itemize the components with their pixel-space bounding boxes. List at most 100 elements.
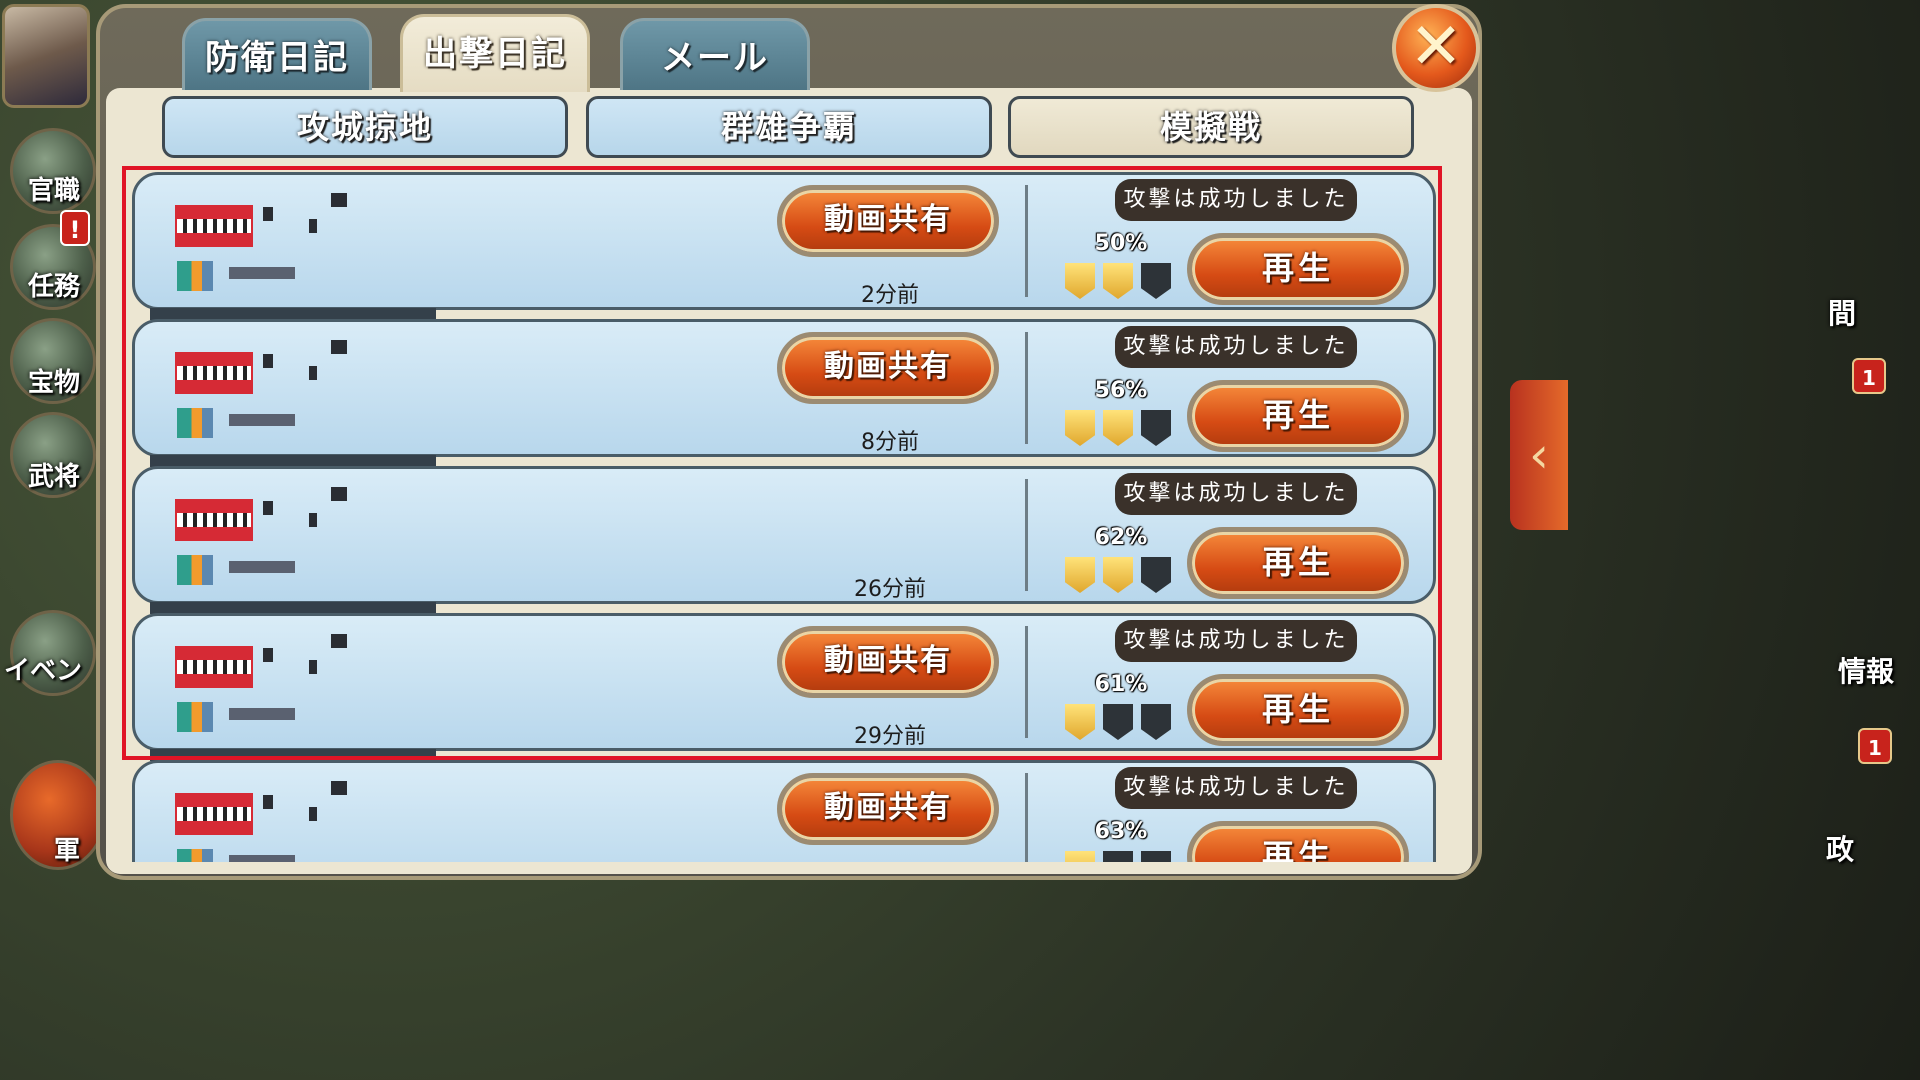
- censored-name-block: [309, 366, 317, 380]
- gold-medal-icon: [1103, 557, 1133, 593]
- alliance-icon: [177, 702, 213, 732]
- censored-info-block: [229, 561, 269, 573]
- battle-row: 動画共有 8分前 攻撃は成功しました 56% 再生: [132, 319, 1436, 457]
- destruction-percent: 50%: [1094, 231, 1148, 256]
- gold-medal-icon: [1103, 263, 1133, 299]
- censored-name-block: [331, 781, 347, 795]
- player-flag-icon: [175, 499, 253, 541]
- censored-name-block: [331, 634, 347, 648]
- censored-name-block: [263, 501, 273, 515]
- censored-name-block: [263, 354, 273, 368]
- censored-info-block: [229, 855, 269, 862]
- alert-badge: !: [60, 210, 90, 246]
- left-side-menu: 官職 ! 任務 宝物 武将 イベン 軍: [0, 0, 106, 882]
- alliance-icon: [177, 849, 213, 862]
- censored-name-block: [263, 795, 273, 809]
- censored-info-block: [265, 414, 295, 426]
- censored-name-block: [309, 219, 317, 233]
- replay-button[interactable]: 再生: [1187, 821, 1409, 862]
- battle-list: 動画共有 2分前 攻撃は成功しました 50% 再生 動画共有 8分前 攻撃は成功しました 56%…: [130, 170, 1440, 862]
- censored-name-block: [331, 487, 347, 501]
- battle-result-label: 攻撃は成功しました: [1115, 767, 1357, 809]
- censored-info-block: [265, 855, 295, 862]
- share-video-button[interactable]: 動画共有: [777, 773, 999, 845]
- replay-button[interactable]: 再生: [1187, 233, 1409, 305]
- empty-medal-icon: [1141, 851, 1171, 862]
- player-flag-icon: [175, 205, 253, 247]
- tab-attack-diary[interactable]: 出撃日記: [400, 14, 590, 92]
- officials-label: 官職: [28, 176, 81, 206]
- share-video-button[interactable]: 動画共有: [777, 185, 999, 257]
- row-divider: [1025, 479, 1028, 591]
- destruction-percent: 62%: [1094, 525, 1148, 550]
- battle-result-label: 攻撃は成功しました: [1115, 326, 1357, 368]
- alliance-icon: [177, 408, 213, 438]
- share-video-button[interactable]: 動画共有: [777, 626, 999, 698]
- notification-badge-bottom: 1: [1858, 728, 1892, 764]
- gold-medal-icon: [1065, 263, 1095, 299]
- notification-badge-top: 1: [1852, 358, 1886, 394]
- censored-name-block: [263, 207, 273, 221]
- row-divider: [1025, 185, 1028, 297]
- empty-medal-icon: [1141, 263, 1171, 299]
- censored-name-block: [263, 648, 273, 662]
- censored-name-block: [331, 340, 347, 354]
- replay-button[interactable]: 再生: [1187, 527, 1409, 599]
- censored-name-block: [331, 193, 347, 207]
- tab-mail[interactable]: メール: [620, 18, 810, 90]
- censored-name-block: [309, 807, 317, 821]
- gold-medal-icon: [1065, 410, 1095, 446]
- gold-medal-icon: [1065, 704, 1095, 740]
- player-flag-icon: [175, 646, 253, 688]
- censored-info-block: [229, 414, 269, 426]
- censored-name-block: [309, 660, 317, 674]
- empty-medal-icon: [1141, 557, 1171, 593]
- replay-button[interactable]: 再生: [1187, 380, 1409, 452]
- gold-medal-icon: [1103, 410, 1133, 446]
- player-flag-icon: [175, 352, 253, 394]
- army-label: 軍: [54, 836, 81, 866]
- time-fragment-label: 間: [1828, 297, 1857, 330]
- subtab-siege[interactable]: 攻城掠地: [162, 96, 568, 158]
- empty-medal-icon: [1103, 704, 1133, 740]
- replay-button[interactable]: 再生: [1187, 674, 1409, 746]
- battle-time: 2分前: [861, 283, 919, 308]
- gold-medal-icon: [1065, 851, 1095, 862]
- battle-result-label: 攻撃は成功しました: [1115, 179, 1357, 221]
- row-divider: [1025, 626, 1028, 738]
- event-label: イベン: [4, 656, 83, 686]
- censored-info-block: [265, 267, 295, 279]
- subtab-mock-battle[interactable]: 模擬戦: [1008, 96, 1414, 158]
- censored-info-block: [265, 708, 295, 720]
- treasure-label: 宝物: [28, 368, 81, 398]
- player-flag-icon: [175, 793, 253, 835]
- battle-row: 動画共有 攻撃は成功しました 63% 再生: [132, 760, 1436, 862]
- close-icon[interactable]: ✕: [1392, 4, 1480, 92]
- gold-medal-icon: [1065, 557, 1095, 593]
- tab-defense-diary[interactable]: 防衛日記: [182, 18, 372, 90]
- tasks-label: 任務: [28, 272, 81, 302]
- battle-row: 動画共有 29分前 攻撃は成功しました 61% 再生: [132, 613, 1436, 751]
- empty-medal-icon: [1141, 704, 1171, 740]
- battle-time: 8分前: [861, 430, 919, 455]
- censored-info-block: [229, 708, 269, 720]
- battle-time: 26分前: [854, 577, 926, 602]
- battle-row: 動画共有 2分前 攻撃は成功しました 50% 再生: [132, 172, 1436, 310]
- censored-name-block: [309, 513, 317, 527]
- row-divider: [1025, 332, 1028, 444]
- battle-result-label: 攻撃は成功しました: [1115, 620, 1357, 662]
- alliance-icon: [177, 555, 213, 585]
- player-avatar[interactable]: [2, 4, 90, 108]
- censored-info-block: [229, 267, 269, 279]
- subtab-heroes[interactable]: 群雄争覇: [586, 96, 992, 158]
- right-side-menu: 間 1 情報 1 政: [1820, 0, 1920, 882]
- row-divider: [1025, 773, 1028, 862]
- censored-info-block: [265, 561, 295, 573]
- expand-arrow-icon[interactable]: ‹: [1510, 380, 1568, 530]
- battle-time: 29分前: [854, 724, 926, 749]
- share-video-button[interactable]: 動画共有: [777, 332, 999, 404]
- empty-medal-icon: [1141, 410, 1171, 446]
- battle-row: 26分前 攻撃は成功しました 62% 再生: [132, 466, 1436, 604]
- intel-label: 情報: [1838, 655, 1895, 688]
- destruction-percent: 56%: [1094, 378, 1148, 403]
